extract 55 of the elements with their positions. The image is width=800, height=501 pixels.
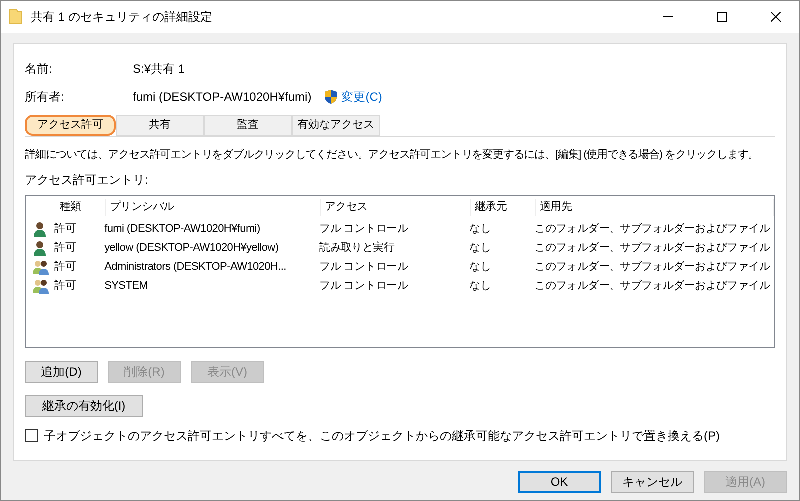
- field-label: 所有者:: [25, 89, 66, 106]
- shield-icon: [324, 89, 338, 105]
- change-link[interactable]: 変更(C): [342, 88, 382, 106]
- checkbox-label: 子オブジェクトのアクセス許可エントリすべてを、このオブジェクトからの継承可能なアクセス許可エントリで置き換える(P): [44, 428, 720, 444]
- table-cell-text: SYSTEM: [104, 278, 150, 294]
- close-icon[interactable]: [771, 12, 781, 22]
- table-cell-text: なし: [468, 240, 492, 256]
- table-cell-text: フル コントロール: [318, 260, 410, 275]
- tab[interactable]: 有効なアクセス: [292, 115, 380, 136]
- tab[interactable]: 共有: [116, 115, 204, 136]
- users-icon: [32, 259, 50, 275]
- table-cell-text: なし: [468, 260, 492, 275]
- button[interactable]: OK: [518, 471, 601, 493]
- window-title: 共有 1 のセキュリティの詳細設定: [31, 9, 212, 26]
- column-header[interactable]: プリンシパル: [106, 199, 321, 216]
- table-cell-text: yellow (DESKTOP-AW1020H¥yellow): [104, 240, 280, 256]
- table-cell-text: 許可: [54, 222, 77, 237]
- table-cell-text: 読み取りと実行: [318, 240, 396, 256]
- column-header[interactable]: アクセス: [321, 199, 471, 216]
- column-header[interactable]: 継承元: [471, 199, 536, 216]
- tab[interactable]: 監査: [204, 115, 292, 136]
- users-icon: [32, 278, 50, 294]
- permission-row[interactable]: 許可 yellow (DESKTOP-AW1020H¥yellow) 読み取りと実行 なし このフォルダー、サブフォルダーおよびファイル: [32, 238, 774, 258]
- table-cell-text: なし: [468, 278, 492, 294]
- table-cell-text: フル コントロール: [318, 222, 410, 237]
- column-header[interactable]: 適用先: [536, 199, 774, 216]
- user-icon: [32, 221, 48, 237]
- tab[interactable]: アクセス許可: [25, 115, 116, 136]
- column-header[interactable]: 種類: [56, 199, 106, 216]
- table-cell-text: このフォルダー、サブフォルダーおよびファイル: [534, 222, 772, 237]
- table-cell-text: 許可: [54, 260, 77, 275]
- maximize-icon[interactable]: [717, 12, 727, 22]
- folder-icon: [9, 9, 23, 25]
- table-cell-text: fumi (DESKTOP-AW1020H¥fumi): [104, 222, 262, 237]
- field-value: S:¥共有 1: [133, 61, 186, 78]
- table-cell-text: 許可: [54, 240, 77, 256]
- table-cell-text: このフォルダー、サブフォルダーおよびファイル: [534, 278, 772, 294]
- button[interactable]: 追加(D): [25, 360, 98, 382]
- entries-label: アクセス許可エントリ:: [25, 172, 150, 188]
- info-text: 詳細については、アクセス許可エントリをダブルクリックしてください。アクセス許可エントリを変更するには、[編集] (使用できる場合) をクリックします。: [25, 148, 760, 163]
- permission-row[interactable]: 許可 fumi (DESKTOP-AW1020H¥fumi) フル コントロール なし このフォルダー、サブフォルダーおよびファイル: [32, 220, 774, 238]
- button[interactable]: 継承の有効化(I): [25, 394, 143, 416]
- table-cell-text: フル コントロール: [318, 278, 410, 294]
- table-cell-text: Administrators (DESKTOP-AW1020H...: [104, 260, 288, 275]
- table-cell-text: このフォルダー、サブフォルダーおよびファイル: [534, 260, 772, 275]
- field-label: 名前:: [25, 61, 54, 78]
- field-value: fumi (DESKTOP-AW1020H¥fumi): [133, 89, 312, 106]
- permission-row[interactable]: 許可 Administrators (DESKTOP-AW1020H... フル コントロール なし このフォルダー、サブフォルダーおよびファイル: [32, 258, 774, 276]
- table-cell-text: 許可: [54, 278, 77, 294]
- permission-row[interactable]: 許可 SYSTEM フル コントロール なし このフォルダー、サブフォルダーおよびファイル: [32, 276, 774, 296]
- button[interactable]: キャンセル: [611, 471, 694, 493]
- table-cell-text: このフォルダー、サブフォルダーおよびファイル: [534, 240, 772, 256]
- user-icon: [32, 240, 48, 256]
- checkbox[interactable]: [25, 429, 38, 442]
- table-cell-text: なし: [468, 222, 492, 237]
